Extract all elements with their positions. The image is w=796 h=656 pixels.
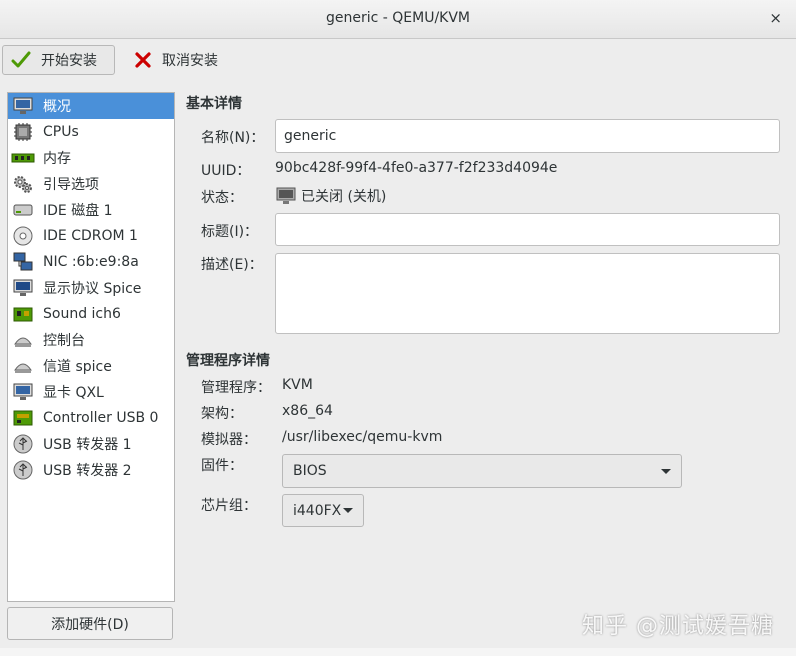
sidebar-item-label: Controller USB 0 (43, 410, 159, 426)
cdrom-icon (11, 225, 35, 247)
cross-icon (135, 52, 151, 68)
sidebar-item-boot-options[interactable]: 引导选项 (8, 171, 174, 197)
sidebar-item-label: NIC :6b:e9:8a (43, 254, 139, 270)
sidebar-item-label: 内存 (43, 151, 71, 167)
architecture-label: 架构： (201, 406, 243, 422)
gears-icon (11, 173, 35, 195)
uuid-value: 90bc428f-99f4-4fe0-a377-f2f233d4094e (275, 160, 558, 176)
chipset-select[interactable]: i440FX (282, 494, 364, 527)
sidebar-item-display-spice[interactable]: 显示协议 Spice (8, 275, 174, 301)
sidebar-item-label: USB 转发器 2 (43, 463, 132, 479)
firmware-select[interactable]: BIOS (282, 454, 682, 488)
cancel-install-button[interactable]: 取消安装 (126, 45, 236, 75)
sidebar-item-label: 控制台 (43, 333, 85, 349)
watermark: 知乎 @测试媛吾糖 (582, 614, 774, 639)
begin-install-button[interactable]: 开始安装 (2, 45, 115, 75)
sidebar-item-label: USB 转发器 1 (43, 437, 132, 453)
channel-icon (11, 355, 35, 377)
hypervisor-label: 管理程序： (201, 380, 271, 396)
architecture-value: x86_64 (282, 403, 333, 419)
sidebar-item-channel-spice[interactable]: 信道 spice (8, 353, 174, 379)
sidebar-item-console[interactable]: 控制台 (8, 327, 174, 353)
name-label: 名称(N)： (201, 130, 265, 146)
name-input[interactable]: generic (275, 119, 780, 153)
sidebar-item-label: 信道 spice (43, 359, 112, 375)
sidebar-item-label: 显示协议 Spice (43, 281, 142, 297)
chipset-selected: i440FX (293, 502, 342, 519)
sidebar-item-label: Sound ich6 (43, 306, 121, 322)
status-value: 已关闭 (关机) (275, 186, 386, 206)
display-icon (11, 277, 35, 299)
sidebar-item-nic[interactable]: NIC :6b:e9:8a (8, 249, 174, 275)
monitor-icon (11, 95, 35, 117)
sidebar-item-sound[interactable]: Sound ich6 (8, 301, 174, 327)
hardware-list: 概况 CPUs 内存 引导选项 IDE 磁盘 1 IDE CDROM 1 NIC… (7, 92, 175, 602)
title-input[interactable] (275, 213, 780, 246)
emulator-value: /usr/libexec/qemu-kvm (282, 429, 443, 445)
cancel-install-label: 取消安装 (162, 53, 218, 69)
sidebar-item-controller-usb[interactable]: Controller USB 0 (8, 405, 174, 431)
video-icon (11, 381, 35, 403)
description-textarea[interactable] (275, 253, 780, 334)
sidebar-item-overview[interactable]: 概况 (8, 93, 174, 119)
firmware-selected: BIOS (293, 463, 327, 479)
terminal-strip (0, 648, 796, 656)
sidebar-item-video-qxl[interactable]: 显卡 QXL (8, 379, 174, 405)
sidebar-item-label: IDE 磁盘 1 (43, 203, 113, 219)
sidebar-item-ide-disk[interactable]: IDE 磁盘 1 (8, 197, 174, 223)
basic-details-heading: 基本详情 (186, 96, 242, 112)
cpu-icon (11, 121, 35, 143)
status-label: 状态： (201, 190, 243, 206)
sidebar-item-label: 概况 (43, 99, 71, 115)
chipset-label: 芯片组： (201, 498, 257, 514)
shutoff-monitor-icon (276, 187, 296, 204)
network-icon (11, 251, 35, 273)
usb-icon (11, 459, 35, 481)
close-button[interactable]: × (769, 9, 782, 27)
status-text: 已关闭 (关机) (301, 189, 387, 205)
hypervisor-value: KVM (282, 377, 313, 393)
uuid-label: UUID： (201, 163, 251, 179)
serial-icon (11, 329, 35, 351)
add-hardware-button[interactable]: 添加硬件(D) (7, 607, 173, 640)
emulator-label: 模拟器： (201, 432, 257, 448)
description-label: 描述(E)： (201, 257, 263, 273)
title-label: 标题(I)： (201, 224, 259, 240)
toolbar: 开始安装 取消安装 (0, 39, 796, 81)
memory-icon (11, 147, 35, 169)
firmware-label: 固件： (201, 458, 243, 474)
sidebar-item-label: CPUs (43, 124, 79, 140)
sidebar-item-usb-redirector-2[interactable]: USB 转发器 2 (8, 457, 174, 483)
controller-icon (11, 407, 35, 429)
sidebar-item-label: IDE CDROM 1 (43, 228, 138, 244)
begin-install-label: 开始安装 (41, 53, 97, 69)
window-title: generic - QEMU/KVM (325, 10, 471, 26)
chevron-down-icon (661, 468, 671, 474)
sound-card-icon (11, 303, 35, 325)
sidebar-item-cpus[interactable]: CPUs (8, 119, 174, 145)
sidebar-item-ide-cdrom[interactable]: IDE CDROM 1 (8, 223, 174, 249)
disk-icon (11, 199, 35, 221)
hypervisor-details-heading: 管理程序详情 (186, 353, 270, 369)
title-bar: generic - QEMU/KVM × (0, 0, 796, 39)
checkmark-icon (11, 51, 31, 68)
usb-icon (11, 433, 35, 455)
sidebar-item-label: 显卡 QXL (43, 385, 104, 401)
sidebar-item-memory[interactable]: 内存 (8, 145, 174, 171)
chevron-down-icon (343, 508, 353, 513)
sidebar-item-label: 引导选项 (43, 177, 99, 193)
sidebar-item-usb-redirector-1[interactable]: USB 转发器 1 (8, 431, 174, 457)
